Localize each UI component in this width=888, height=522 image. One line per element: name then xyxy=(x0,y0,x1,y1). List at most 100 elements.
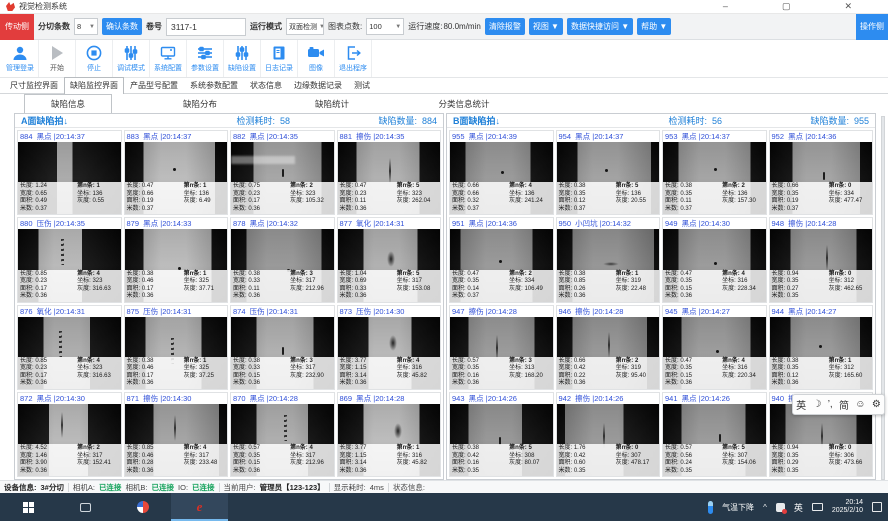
defect-image[interactable]: 长度: 0.85宽度: 0.23面积: 0.17米数: 0.36第n条: 4坐标… xyxy=(18,317,121,389)
defect-cell-873[interactable]: 873 压伤 |20:14:30长度: 3.77宽度: 1.15面积: 3.14… xyxy=(337,305,442,390)
notification-center-icon[interactable] xyxy=(872,502,882,512)
停止-button[interactable]: 停止 xyxy=(76,40,113,77)
ime-item[interactable]: 英 xyxy=(796,397,806,412)
defect-image[interactable]: 长度: 1.04宽度: 0.69面积: 0.33米数: 0.36第n条: 5坐标… xyxy=(338,229,441,301)
tab-状态信息[interactable]: 状态信息 xyxy=(244,77,288,93)
defect-cell-884[interactable]: 884 黑点 |20:14:37长度: 1.24宽度: 0.65面积: 0.49… xyxy=(17,130,122,215)
minimize-button[interactable]: – xyxy=(723,2,728,11)
退出程序-button[interactable]: 退出程序 xyxy=(335,40,372,77)
run-mode-select[interactable]: 双面检测▼ xyxy=(286,18,324,35)
clear-alarm-button[interactable]: 清除报警 xyxy=(485,18,525,35)
defect-image[interactable]: 长度: 0.47宽度: 0.35面积: 0.14米数: 0.37第n条: 2坐标… xyxy=(450,229,553,301)
defect-cell-948[interactable]: 948 擦伤 |20:14:28长度: 0.94宽度: 0.35面积: 0.27… xyxy=(769,217,874,302)
日志记录-button[interactable]: 日志记录 xyxy=(261,40,298,77)
tab-产品型号配置[interactable]: 产品型号配置 xyxy=(124,77,184,93)
defect-image[interactable]: 长度: 0.38宽度: 0.35面积: 0.12米数: 0.36第n条: 1坐标… xyxy=(770,317,873,389)
defect-image[interactable]: 长度: 0.94宽度: 0.35面积: 0.27米数: 0.35第n条: 0坐标… xyxy=(770,229,873,301)
defect-image[interactable]: 长度: 0.38宽度: 0.42面积: 0.16米数: 0.35第n条: 5坐标… xyxy=(450,404,553,476)
defect-cell-954[interactable]: 954 黑点 |20:14:37长度: 0.38宽度: 0.35面积: 0.12… xyxy=(556,130,661,215)
defect-image[interactable]: 长度: 0.57宽度: 0.56面积: 0.24米数: 0.35第n条: 5坐标… xyxy=(663,404,766,476)
defect-image[interactable]: 长度: 0.75宽度: 0.23面积: 0.17米数: 0.36第n条: 2坐标… xyxy=(231,142,334,214)
defect-cell-880[interactable]: 880 压伤 |20:14:35长度: 0.85宽度: 0.23面积: 0.17… xyxy=(17,217,122,302)
defect-cell-879[interactable]: 879 黑点 |20:14:33长度: 0.38宽度: 0.46面积: 0.17… xyxy=(124,217,229,302)
defect-image[interactable]: 长度: 0.47宽度: 0.35面积: 0.15米数: 0.36第n条: 4坐标… xyxy=(663,317,766,389)
help-menu-button[interactable]: 帮助 ▼ xyxy=(637,18,671,35)
subtab-缺陷分布[interactable]: 缺陷分布 xyxy=(156,94,244,114)
开始-button[interactable]: 开始 xyxy=(39,40,76,77)
defect-image[interactable]: 长度: 0.38宽度: 0.35面积: 0.12米数: 0.37第n条: 5坐标… xyxy=(557,142,660,214)
defect-image[interactable]: 长度: 0.85宽度: 0.23面积: 0.17米数: 0.36第n条: 4坐标… xyxy=(18,229,121,301)
defect-image[interactable]: 长度: 0.66宽度: 0.42面积: 0.22米数: 0.36第n条: 2坐标… xyxy=(557,317,660,389)
subtab-缺陷信息[interactable]: 缺陷信息 xyxy=(24,94,112,114)
defect-cell-878[interactable]: 878 黑点 |20:14:32长度: 0.38宽度: 0.33面积: 0.11… xyxy=(230,217,335,302)
defect-cell-877[interactable]: 877 氧化 |20:14:31长度: 1.04宽度: 0.69面积: 0.33… xyxy=(337,217,442,302)
调试模式-button[interactable]: 调试模式 xyxy=(113,40,150,77)
defect-cell-883[interactable]: 883 黑点 |20:14:37长度: 0.47宽度: 0.66面积: 0.19… xyxy=(124,130,229,215)
operator-side-button[interactable]: 操作侧 xyxy=(856,14,888,40)
defect-image[interactable]: 长度: 0.38宽度: 0.46面积: 0.17米数: 0.36第n条: 1坐标… xyxy=(125,317,228,389)
maximize-button[interactable]: ▢ xyxy=(782,2,791,11)
tab-尺寸监控界面[interactable]: 尺寸监控界面 xyxy=(4,77,64,93)
defect-cell-949[interactable]: 949 黑点 |20:14:30长度: 0.47宽度: 0.35面积: 0.15… xyxy=(662,217,767,302)
defect-cell-870[interactable]: 870 黑点 |20:14:28长度: 0.57宽度: 0.35面积: 0.15… xyxy=(230,392,335,477)
drive-side-button[interactable]: 传动侧 xyxy=(0,14,34,40)
quick-access-menu-button[interactable]: 数据快捷访问 ▼ xyxy=(567,18,633,35)
subtab-分类信息统计[interactable]: 分类信息统计 xyxy=(420,94,508,114)
tab-系统参数配置[interactable]: 系统参数配置 xyxy=(184,77,244,93)
start-button[interactable] xyxy=(0,493,57,521)
tab-测试[interactable]: 测试 xyxy=(348,77,376,93)
defect-cell-871[interactable]: 871 擦伤 |20:14:30长度: 0.85宽度: 0.46面积: 0.28… xyxy=(124,392,229,477)
defect-cell-942[interactable]: 942 擦伤 |20:14:26长度: 1.76宽度: 0.42面积: 0.60… xyxy=(556,392,661,477)
defect-image[interactable]: 长度: 3.77宽度: 1.15面积: 3.14米数: 0.36第n条: 1坐标… xyxy=(338,404,441,476)
chart-points-select[interactable]: 100▼ xyxy=(366,18,404,35)
slit-count-select[interactable]: 8▼ xyxy=(74,18,98,35)
defect-image[interactable]: 长度: 0.85宽度: 0.46面积: 0.28米数: 0.36第n条: 4坐标… xyxy=(125,404,228,476)
defect-image[interactable]: 长度: 0.57宽度: 0.35面积: 0.16米数: 0.36第n条: 3坐标… xyxy=(450,317,553,389)
vertical-scrollbar[interactable] xyxy=(881,116,885,480)
defect-cell-869[interactable]: 869 黑点 |20:14:28长度: 3.77宽度: 1.15面积: 3.14… xyxy=(337,392,442,477)
keyboard-icon[interactable] xyxy=(812,503,823,511)
defect-cell-881[interactable]: 881 擦伤 |20:14:35长度: 0.47宽度: 0.23面积: 0.11… xyxy=(337,130,442,215)
defect-cell-882[interactable]: 882 黑点 |20:14:35长度: 0.75宽度: 0.23面积: 0.17… xyxy=(230,130,335,215)
close-button[interactable]: ✕ xyxy=(844,2,852,11)
view-menu-button[interactable]: 视图 ▼ xyxy=(529,18,563,35)
defect-image[interactable]: 长度: 0.38宽度: 0.85面积: 0.26米数: 0.36第n条: 1坐标… xyxy=(557,229,660,301)
ime-item[interactable]: 简 xyxy=(839,397,849,412)
ime-item[interactable]: ’, xyxy=(828,399,833,410)
defect-image[interactable]: 长度: 0.47宽度: 0.35面积: 0.15米数: 0.36第n条: 4坐标… xyxy=(663,229,766,301)
defect-image[interactable]: 长度: 0.66宽度: 0.66面积: 0.32米数: 0.37第n条: 4坐标… xyxy=(450,142,553,214)
defect-image[interactable]: 长度: 0.66宽度: 0.35面积: 0.19米数: 0.37第n条: 0坐标… xyxy=(770,142,873,214)
defect-image[interactable]: 长度: 1.76宽度: 0.42面积: 0.60米数: 0.35第n条: 0坐标… xyxy=(557,404,660,476)
defect-image[interactable]: 长度: 0.38宽度: 0.46面积: 0.17米数: 0.36第n条: 1坐标… xyxy=(125,229,228,301)
input-language-indicator[interactable]: 英 xyxy=(794,501,803,514)
defect-cell-945[interactable]: 945 黑点 |20:14:27长度: 0.47宽度: 0.35面积: 0.15… xyxy=(662,305,767,390)
ime-item[interactable]: ☽ xyxy=(812,399,821,410)
tray-app-icon[interactable] xyxy=(776,503,785,512)
weather-text[interactable]: 气温下降 xyxy=(722,502,754,513)
confirm-count-button[interactable]: 确认条数 xyxy=(102,18,142,35)
defect-cell-874[interactable]: 874 压伤 |20:14:31长度: 0.38宽度: 0.33面积: 0.15… xyxy=(230,305,335,390)
defect-cell-943[interactable]: 943 黑点 |20:14:26长度: 0.38宽度: 0.42面积: 0.16… xyxy=(449,392,554,477)
系统配置-button[interactable]: 系统配置 xyxy=(150,40,187,77)
defect-image[interactable]: 长度: 3.77宽度: 1.15面积: 3.14米数: 0.36第n条: 4坐标… xyxy=(338,317,441,389)
defect-image[interactable]: 长度: 0.47宽度: 0.23面积: 0.11米数: 0.36第n条: 5坐标… xyxy=(338,142,441,214)
ime-item[interactable]: ☺ xyxy=(855,399,865,410)
defect-image[interactable]: 长度: 0.38宽度: 0.33面积: 0.15米数: 0.36第n条: 3坐标… xyxy=(231,317,334,389)
taskbar-clock[interactable]: 20:14 2025/2/10 xyxy=(832,499,863,515)
defect-cell-950[interactable]: 950 小凹坑 |20:14:32长度: 0.38宽度: 0.85面积: 0.2… xyxy=(556,217,661,302)
defect-image[interactable]: 长度: 0.57宽度: 0.35面积: 0.15米数: 0.36第n条: 4坐标… xyxy=(231,404,334,476)
defect-cell-947[interactable]: 947 擦伤 |20:14:28长度: 0.57宽度: 0.35面积: 0.16… xyxy=(449,305,554,390)
defect-image[interactable]: 长度: 0.38宽度: 0.35面积: 0.11米数: 0.37第n条: 2坐标… xyxy=(663,142,766,214)
ime-toolbar[interactable]: 英☽’,简☺⚙ xyxy=(792,394,885,415)
tab-缺陷监控界面[interactable]: 缺陷监控界面 xyxy=(64,77,124,94)
defect-image[interactable]: 长度: 0.47宽度: 0.66面积: 0.19米数: 0.37第n条: 1坐标… xyxy=(125,142,228,214)
defect-cell-944[interactable]: 944 黑点 |20:14:27长度: 0.38宽度: 0.35面积: 0.12… xyxy=(769,305,874,390)
参数设置-button[interactable]: 参数设置 xyxy=(187,40,224,77)
roll-number-input[interactable]: 3117-1 xyxy=(166,18,246,36)
defect-cell-876[interactable]: 876 氧化 |20:14:31长度: 0.85宽度: 0.23面积: 0.17… xyxy=(17,305,122,390)
tray-expand-icon[interactable]: ^ xyxy=(763,503,767,512)
taskbar-app-sogou[interactable] xyxy=(114,493,171,521)
defect-cell-953[interactable]: 953 黑点 |20:14:37长度: 0.38宽度: 0.35面积: 0.11… xyxy=(662,130,767,215)
taskbar-app-inspection[interactable]: e xyxy=(171,493,228,521)
defect-cell-941[interactable]: 941 黑点 |20:14:26长度: 0.57宽度: 0.56面积: 0.24… xyxy=(662,392,767,477)
